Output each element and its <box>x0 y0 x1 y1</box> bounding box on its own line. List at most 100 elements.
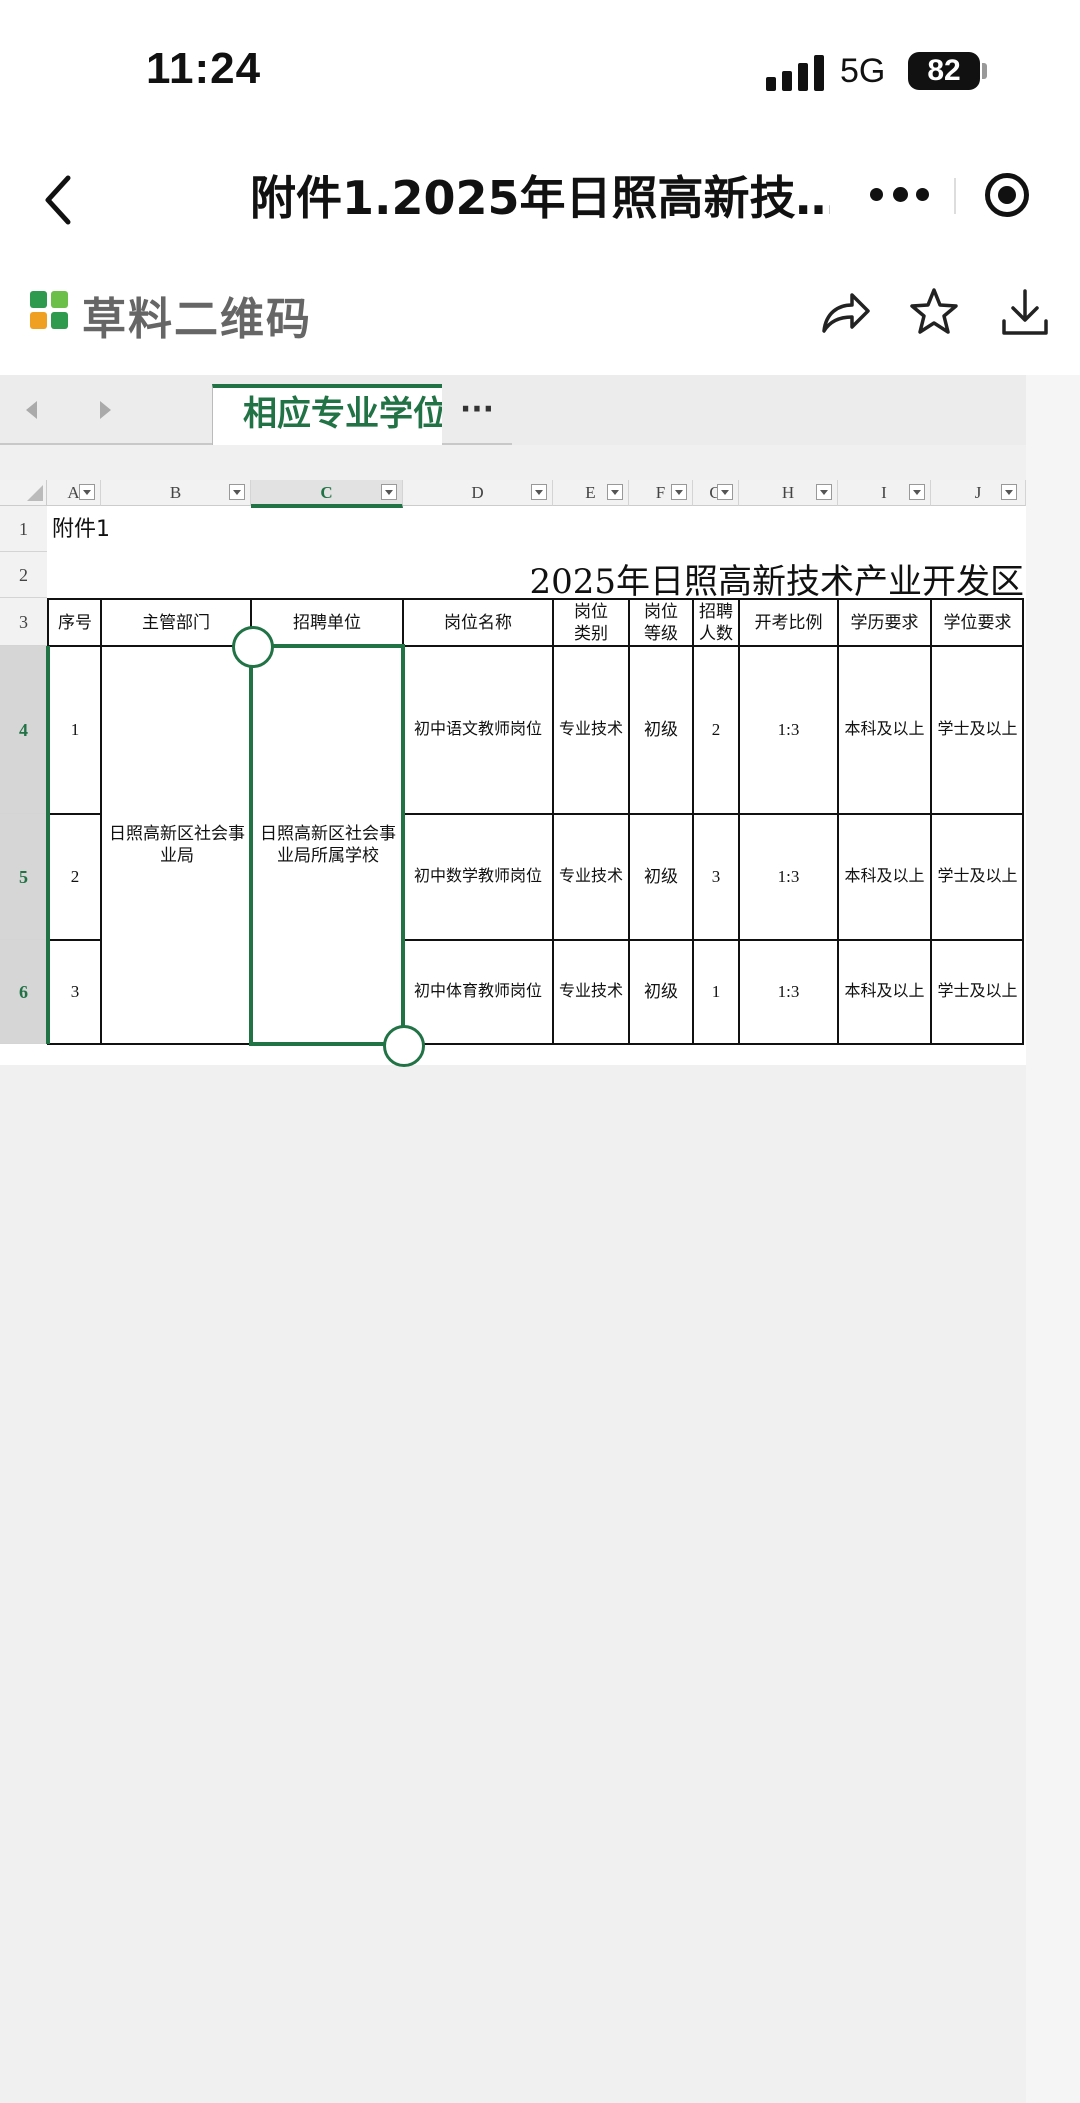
spreadsheet[interactable]: A B C D E F G H I J 1 2 3 4 5 6 附件1 2025… <box>0 480 1026 1067</box>
cell-count[interactable]: 1 <box>693 940 739 1044</box>
header-line: 等级 <box>644 624 678 643</box>
row-header[interactable]: 3 <box>0 598 47 646</box>
back-icon <box>45 175 71 225</box>
cell-level[interactable]: 初级 <box>629 646 693 814</box>
column-letter: D <box>471 483 484 502</box>
cell-ratio[interactable]: 1:3 <box>739 940 838 1044</box>
battery-tip <box>982 63 987 79</box>
header-count[interactable]: 招聘 人数 <box>693 600 739 646</box>
filter-icon[interactable] <box>79 484 95 500</box>
table-border <box>692 598 694 1045</box>
table-border <box>47 813 101 815</box>
filter-icon[interactable] <box>607 484 623 500</box>
filter-icon[interactable] <box>1001 484 1017 500</box>
next-sheet-icon[interactable] <box>100 401 111 419</box>
back-button[interactable] <box>38 168 78 228</box>
header-education[interactable]: 学历要求 <box>838 600 931 646</box>
cell-ratio[interactable]: 1:3 <box>739 646 838 814</box>
column-letter: A <box>67 483 80 502</box>
column-letter: H <box>781 483 795 502</box>
filter-icon[interactable] <box>909 484 925 500</box>
filter-icon[interactable] <box>717 484 733 500</box>
select-all-corner[interactable] <box>0 480 47 506</box>
header-level[interactable]: 岗位 等级 <box>629 600 693 646</box>
favorite-button[interactable] <box>907 285 961 339</box>
table-border <box>47 598 1024 600</box>
header-line: 人数 <box>699 624 733 643</box>
cell-seq[interactable]: 3 <box>49 940 101 1044</box>
header-unit[interactable]: 招聘单位 <box>251 600 403 646</box>
cell-education[interactable]: 本科及以上 <box>838 940 931 1044</box>
table-border <box>552 598 554 1045</box>
selection-handle-end[interactable] <box>383 1025 425 1067</box>
download-icon <box>1002 289 1048 335</box>
cell-ratio[interactable]: 1:3 <box>739 814 838 940</box>
table-border <box>47 645 1024 647</box>
selection-handle-start[interactable] <box>232 626 274 668</box>
header-position[interactable]: 岗位名称 <box>403 600 553 646</box>
cell-position[interactable]: 初中语文教师岗位 <box>403 646 553 814</box>
cell-category[interactable]: 专业技术 <box>553 646 629 814</box>
row-selection-edge <box>46 646 50 1044</box>
tab-active-sheet[interactable]: 相应专业学位 <box>212 384 442 445</box>
more-icon[interactable] <box>870 180 930 210</box>
share-button[interactable] <box>818 285 872 339</box>
table-border <box>628 598 630 1045</box>
row-header[interactable]: 2 <box>0 552 47 598</box>
cell-seq[interactable]: 2 <box>49 814 101 940</box>
cell-position[interactable]: 初中数学教师岗位 <box>403 814 553 940</box>
table-border <box>47 1043 1024 1045</box>
cell-category[interactable]: 专业技术 <box>553 814 629 940</box>
close-target-icon[interactable] <box>985 173 1029 217</box>
header-category[interactable]: 岗位 类别 <box>553 600 629 646</box>
selected-range <box>249 644 405 1046</box>
filter-icon[interactable] <box>381 484 397 500</box>
table-border <box>738 598 740 1045</box>
cell-education[interactable]: 本科及以上 <box>838 646 931 814</box>
cell-category[interactable]: 专业技术 <box>553 940 629 1044</box>
header-line: 类别 <box>574 624 608 643</box>
mini-program-capsule <box>852 162 1058 228</box>
star-icon <box>910 288 958 334</box>
filter-icon[interactable] <box>816 484 832 500</box>
share-icon <box>822 293 870 333</box>
cell-dept-merged[interactable]: 日照高新区社会事业局 <box>105 648 249 1042</box>
app-bar: 草料二维码 <box>0 275 1080 375</box>
cell-level[interactable]: 初级 <box>629 814 693 940</box>
cell-count[interactable]: 3 <box>693 814 739 940</box>
logo-icon <box>30 291 70 331</box>
row-header[interactable]: 5 <box>0 814 47 940</box>
header-ratio[interactable]: 开考比例 <box>739 600 838 646</box>
cell-degree[interactable]: 学士及以上 <box>931 940 1024 1044</box>
filter-icon[interactable] <box>671 484 687 500</box>
row-header[interactable]: 4 <box>0 646 47 814</box>
network-type: 5G <box>840 52 886 90</box>
column-letter: I <box>881 483 887 502</box>
sheet-area-right <box>1026 375 1080 2103</box>
table-border <box>47 939 101 941</box>
sheet-tab-bar: 相应专业学位 ··· <box>0 375 1080 445</box>
row-header[interactable]: 6 <box>0 940 47 1044</box>
header-dept[interactable]: 主管部门 <box>101 600 251 646</box>
cell-seq[interactable]: 1 <box>49 646 101 814</box>
prev-sheet-icon[interactable] <box>26 401 37 419</box>
cell-degree[interactable]: 学士及以上 <box>931 646 1024 814</box>
header-degree[interactable]: 学位要求 <box>931 600 1024 646</box>
status-bar: 11:24 5G 82 <box>0 0 1080 150</box>
filter-icon[interactable] <box>531 484 547 500</box>
sheet-more-button[interactable]: ··· <box>442 384 512 445</box>
header-line: 岗位 <box>644 602 678 621</box>
cell-count[interactable]: 2 <box>693 646 739 814</box>
cell-a1[interactable]: 附件1 <box>50 510 170 550</box>
header-seq[interactable]: 序号 <box>49 600 101 646</box>
battery-icon: 82 <box>908 52 980 90</box>
cell-position[interactable]: 初中体育教师岗位 <box>403 940 553 1044</box>
download-button[interactable] <box>998 285 1052 339</box>
column-letter: J <box>974 483 982 502</box>
cell-degree[interactable]: 学士及以上 <box>931 814 1024 940</box>
cell-level[interactable]: 初级 <box>629 940 693 1044</box>
cell-education[interactable]: 本科及以上 <box>838 814 931 940</box>
row-header[interactable]: 1 <box>0 506 47 552</box>
filter-icon[interactable] <box>229 484 245 500</box>
tab-divider <box>0 443 212 445</box>
